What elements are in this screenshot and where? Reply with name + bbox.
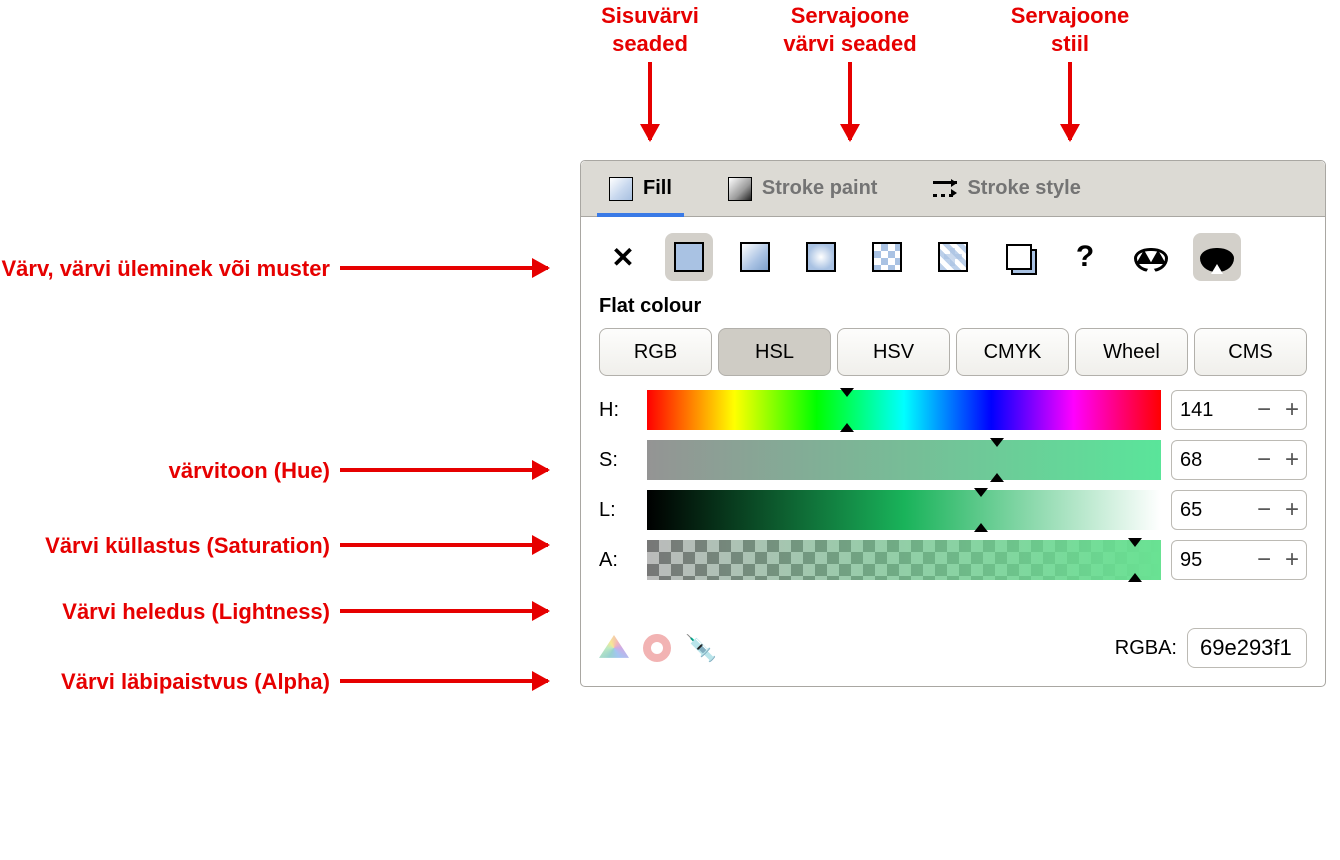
paint-none[interactable]: ✕: [599, 233, 647, 281]
value-hue[interactable]: 141: [1172, 399, 1250, 422]
slider-marker-top-icon: [990, 438, 1004, 454]
paint-hole-fill[interactable]: [1193, 233, 1241, 281]
hole-outline-icon: [1134, 242, 1168, 272]
slider-marker-bottom-icon: [1128, 566, 1142, 582]
triangle-picker-icon[interactable]: [599, 635, 629, 661]
rgba-label: RGBA:: [1115, 637, 1177, 660]
arrow-right-icon: [340, 609, 548, 613]
lightness-decrement[interactable]: −: [1250, 491, 1278, 529]
arrow-down-icon: [1068, 62, 1072, 140]
linear-gradient-icon: [740, 242, 770, 272]
sliders-area: H: 141 − + S: 68 − + L:: [581, 390, 1325, 598]
arrow-down-icon: [848, 62, 852, 140]
slider-marker-top-icon: [1128, 538, 1142, 554]
tab-stroke-style[interactable]: Stroke style: [915, 161, 1098, 216]
spin-alpha: 95 − +: [1171, 540, 1307, 580]
value-alpha[interactable]: 95: [1172, 549, 1250, 572]
x-icon: ✕: [611, 241, 634, 274]
paint-swatch[interactable]: [995, 233, 1043, 281]
annotation-stroke-style: Servajoonestiil: [970, 2, 1170, 57]
model-rgb[interactable]: RGB: [599, 328, 712, 376]
paint-flat[interactable]: [665, 233, 713, 281]
paint-linear-gradient[interactable]: [731, 233, 779, 281]
slider-alpha[interactable]: [647, 540, 1161, 580]
model-hsl[interactable]: HSL: [718, 328, 831, 376]
model-cms[interactable]: CMS: [1194, 328, 1307, 376]
spin-saturation: 68 − +: [1171, 440, 1307, 480]
value-lightness[interactable]: 65: [1172, 499, 1250, 522]
slider-lightness[interactable]: [647, 490, 1161, 530]
slider-saturation[interactable]: [647, 440, 1161, 480]
slider-marker-top-icon: [840, 388, 854, 404]
tab-stroke-style-label: Stroke style: [967, 177, 1080, 200]
arrow-right-icon: [340, 468, 548, 472]
hue-increment[interactable]: +: [1278, 391, 1306, 429]
row-lightness: L: 65 − +: [599, 490, 1307, 530]
annotation-alpha: Värvi läbipaistvus (Alpha): [0, 668, 330, 696]
hue-decrement[interactable]: −: [1250, 391, 1278, 429]
paint-unknown[interactable]: ?: [1061, 233, 1109, 281]
arrow-right-icon: [340, 679, 548, 683]
value-saturation[interactable]: 68: [1172, 449, 1250, 472]
arrow-right-icon: [340, 266, 548, 270]
arrow-down-icon: [648, 62, 652, 140]
spin-lightness: 65 − +: [1171, 490, 1307, 530]
fill-stroke-dialog: Fill Stroke paint Stroke style ✕ ? Flat …: [580, 160, 1326, 687]
wheel-picker-icon[interactable]: [643, 634, 671, 662]
alpha-decrement[interactable]: −: [1250, 541, 1278, 579]
paint-radial-gradient[interactable]: [797, 233, 845, 281]
flat-color-icon: [674, 242, 704, 272]
paint-mode-label: Flat colour: [581, 291, 1325, 328]
pattern-icon: [872, 242, 902, 272]
row-hue: H: 141 − +: [599, 390, 1307, 430]
annotation-saturation: Värvi küllastus (Saturation): [0, 532, 330, 560]
saturation-decrement[interactable]: −: [1250, 441, 1278, 479]
fill-icon: [609, 177, 633, 201]
annotation-lightness: Värvi heledus (Lightness): [0, 598, 330, 626]
slider-marker-bottom-icon: [990, 466, 1004, 482]
tab-stroke-paint[interactable]: Stroke paint: [710, 161, 896, 216]
label-saturation: S:: [599, 449, 637, 472]
paint-hole-outline[interactable]: [1127, 233, 1175, 281]
slider-marker-bottom-icon: [974, 516, 988, 532]
paint-pattern[interactable]: [863, 233, 911, 281]
annotation-hue: värvitoon (Hue): [0, 457, 330, 485]
slider-marker-top-icon: [974, 488, 988, 504]
paint-mesh[interactable]: [929, 233, 977, 281]
stroke-paint-icon: [728, 177, 752, 201]
stroke-style-icon: [933, 177, 957, 201]
slider-hue[interactable]: [647, 390, 1161, 430]
lightness-increment[interactable]: +: [1278, 491, 1306, 529]
tab-fill[interactable]: Fill: [591, 161, 690, 216]
question-icon: ?: [1076, 240, 1094, 274]
saturation-increment[interactable]: +: [1278, 441, 1306, 479]
spin-hue: 141 − +: [1171, 390, 1307, 430]
row-saturation: S: 68 − +: [599, 440, 1307, 480]
mesh-icon: [938, 242, 968, 272]
radial-gradient-icon: [806, 242, 836, 272]
paint-type-row: ✕ ?: [581, 217, 1325, 291]
tab-fill-label: Fill: [643, 177, 672, 200]
arrow-right-icon: [340, 543, 548, 547]
swatch-icon: [1006, 244, 1032, 270]
eyedropper-icon[interactable]: 💉: [685, 633, 717, 664]
alpha-increment[interactable]: +: [1278, 541, 1306, 579]
dialog-footer: 💉 RGBA: 69e293f1: [581, 598, 1325, 686]
row-alpha: A: 95 − +: [599, 540, 1307, 580]
label-lightness: L:: [599, 499, 637, 522]
annotation-stroke-paint: Servajoonevärvi seaded: [745, 2, 955, 57]
hole-fill-icon: [1200, 242, 1234, 272]
slider-marker-bottom-icon: [840, 416, 854, 432]
tab-stroke-paint-label: Stroke paint: [762, 177, 878, 200]
annotation-fill: Sisuvärviseaded: [560, 2, 740, 57]
label-alpha: A:: [599, 549, 637, 572]
rgba-input[interactable]: 69e293f1: [1187, 628, 1307, 668]
color-model-row: RGB HSL HSV CMYK Wheel CMS: [581, 328, 1325, 390]
model-hsv[interactable]: HSV: [837, 328, 950, 376]
model-wheel[interactable]: Wheel: [1075, 328, 1188, 376]
model-cmyk[interactable]: CMYK: [956, 328, 1069, 376]
dialog-tabbar: Fill Stroke paint Stroke style: [581, 161, 1325, 217]
annotation-paint-types: Värv, värvi üleminek või muster: [0, 255, 330, 283]
label-hue: H:: [599, 399, 637, 422]
